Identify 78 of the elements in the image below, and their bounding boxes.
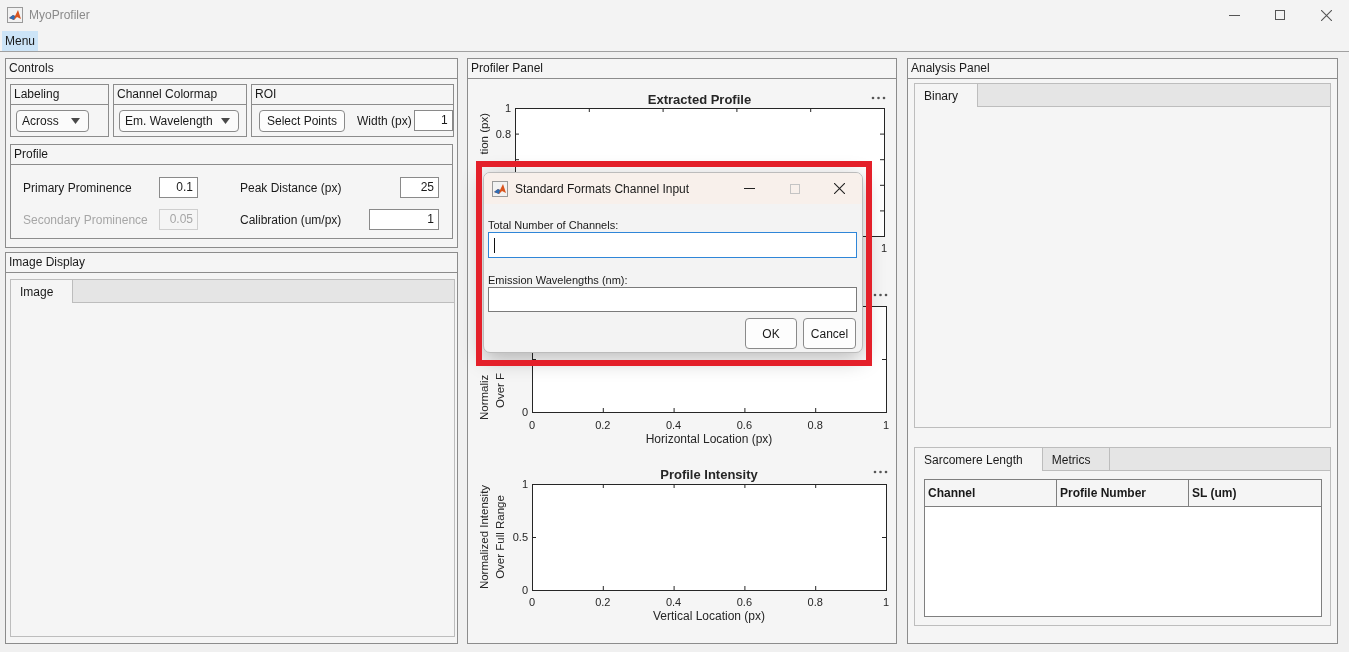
window-title: MyoProfiler xyxy=(29,8,90,22)
axis-label: tion (px) xyxy=(478,113,490,155)
axis-tick-label: 0 xyxy=(528,596,536,608)
column-header: SL (um) xyxy=(1191,485,1238,502)
menu-item[interactable]: Menu xyxy=(2,31,39,51)
axis-label: Vertical Location (px) xyxy=(652,609,766,623)
axis-tick-label: 1 xyxy=(882,419,890,431)
maximize-icon xyxy=(1275,10,1285,20)
dropdown[interactable]: Across xyxy=(16,109,89,132)
axis-tick-label: 0.8 xyxy=(807,419,823,431)
axis-tick-label: 1 xyxy=(521,478,528,490)
input-field[interactable] xyxy=(488,232,857,258)
chart-title: Profile Intensity xyxy=(660,466,758,482)
field-label: Secondary Prominence xyxy=(23,212,148,227)
app-icon xyxy=(492,180,508,197)
axis-tick-label: 0.5 xyxy=(512,531,528,543)
axis-label: Over F xyxy=(494,372,506,408)
axis-label: Horizontal Location (px) xyxy=(645,432,773,446)
more-options-icon[interactable] xyxy=(871,96,886,100)
axis-tick-label: 0 xyxy=(521,584,528,596)
text-cursor-icon xyxy=(494,237,495,253)
axis-label: Normaliz xyxy=(478,374,490,420)
input-field[interactable] xyxy=(488,287,857,312)
panel-title: Profiler Panel xyxy=(468,59,896,79)
axis-tick-label: 1 xyxy=(880,242,888,254)
field-label: Width (px) xyxy=(357,113,412,128)
field-label: Calibration (um/px) xyxy=(240,212,342,227)
panel-title: Controls xyxy=(6,59,457,79)
caret-icon xyxy=(71,117,80,124)
axis-tick-label: 0.6 xyxy=(736,596,753,608)
ok-button[interactable]: OK xyxy=(745,318,797,349)
column-header: Channel xyxy=(925,480,1057,506)
panel-title: Profile xyxy=(11,145,452,165)
axis-tick-label: 0.8 xyxy=(807,596,823,608)
minimize-icon xyxy=(1228,14,1240,16)
field-label: Peak Distance (px) xyxy=(240,180,342,195)
close-icon xyxy=(834,183,845,194)
panel-title: ROI xyxy=(252,85,453,105)
select-points-button[interactable]: Select Points xyxy=(259,109,346,132)
input-field[interactable]: 1 xyxy=(369,209,439,230)
chart-title: Extracted Profile xyxy=(647,91,752,107)
field-label: Total Number of Channels: xyxy=(488,218,619,232)
more-options-icon[interactable] xyxy=(873,293,888,297)
panel-title: Analysis Panel xyxy=(908,59,1337,79)
cancel-button[interactable]: Cancel xyxy=(803,318,856,349)
app-icon xyxy=(7,7,23,23)
field-label: Emission Wavelengths (nm): xyxy=(488,273,628,287)
field-label: Primary Prominence xyxy=(23,180,132,195)
axis-tick-label: 0 xyxy=(528,419,536,431)
more-options-icon[interactable] xyxy=(873,470,888,474)
axis-tick-label: 0.4 xyxy=(665,419,682,431)
input-field[interactable]: 0.1 xyxy=(159,177,198,198)
tab[interactable]: Metrics xyxy=(1042,448,1111,471)
panel-title: Labeling xyxy=(11,85,108,105)
axis-tick-label: 0 xyxy=(521,406,528,418)
tab[interactable]: Sarcomere Length xyxy=(915,448,1043,471)
axis-tick-label: 1 xyxy=(882,596,890,608)
dropdown[interactable]: Em. Wavelength xyxy=(119,109,239,132)
input-field[interactable]: 1 xyxy=(413,110,453,131)
maximize-icon xyxy=(789,183,800,194)
axis-tick-label: 0.2 xyxy=(595,419,611,431)
panel-title: Image Display xyxy=(6,253,457,273)
axis-tick-label: 1 xyxy=(504,102,511,114)
axis-tick-label: 0.8 xyxy=(495,127,511,140)
minimize-icon xyxy=(744,188,755,189)
axis-tick-label: 0.6 xyxy=(736,419,753,431)
axis-label: Over Full Range xyxy=(494,495,506,579)
tab[interactable]: Binary xyxy=(915,84,978,107)
input-field[interactable]: 25 xyxy=(400,177,439,198)
tab[interactable]: Image xyxy=(11,280,74,303)
dialog-title: Standard Formats Channel Input xyxy=(515,181,690,196)
axis-label: Normalized Intensity xyxy=(478,484,490,590)
panel-title: Channel Colormap xyxy=(114,85,246,105)
axis-tick-label: 0.2 xyxy=(595,596,611,608)
caret-icon xyxy=(221,117,230,124)
axis-tick-label: 0.4 xyxy=(665,596,682,608)
column-header: Profile Number xyxy=(1057,480,1189,506)
close-icon xyxy=(1320,9,1332,21)
